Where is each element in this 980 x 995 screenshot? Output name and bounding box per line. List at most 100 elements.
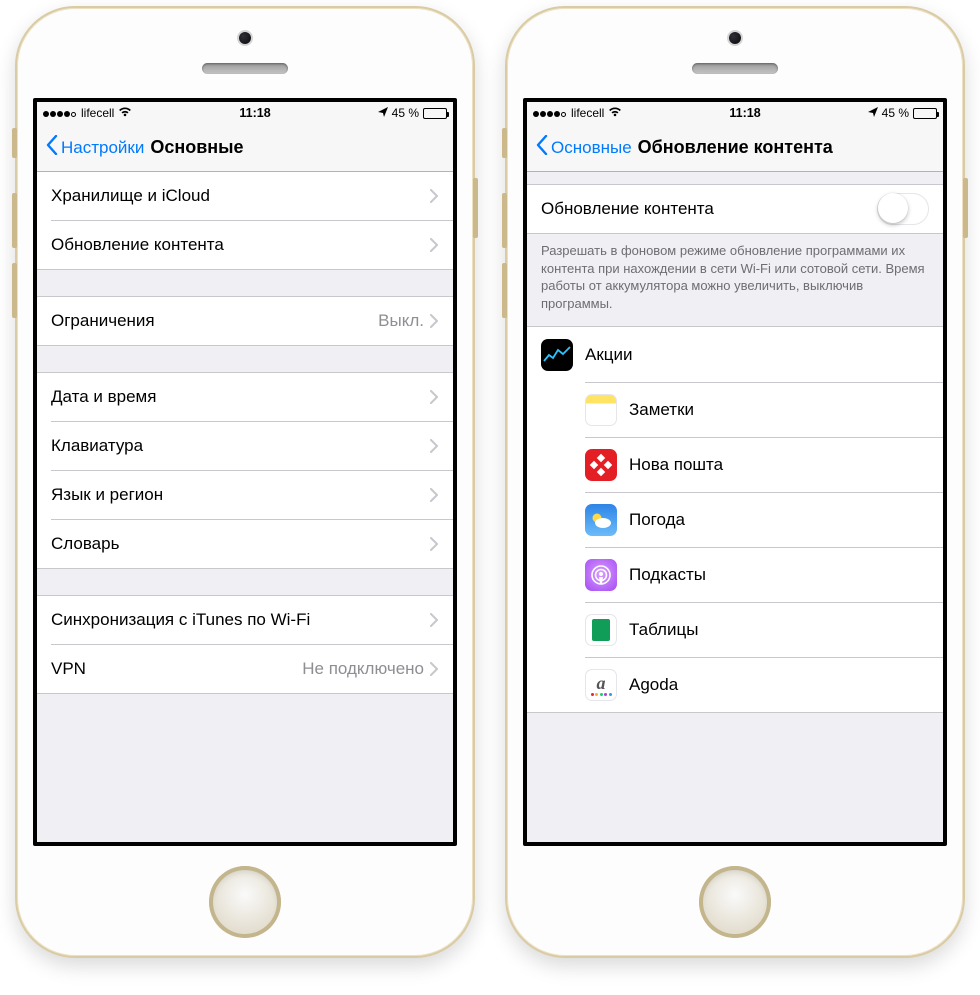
settings-row[interactable]: Хранилище и iCloud bbox=[37, 172, 453, 220]
app-label: Таблицы bbox=[629, 620, 929, 640]
carrier-label: lifecell bbox=[571, 106, 604, 120]
row-label: Синхронизация с iTunes по Wi-Fi bbox=[51, 610, 430, 630]
settings-group: Дата и время Клавиатура Язык и регион Слова… bbox=[37, 372, 453, 569]
settings-group: ОграниченияВыкл. bbox=[37, 296, 453, 346]
mute-switch bbox=[12, 128, 17, 158]
weather-icon bbox=[585, 504, 617, 536]
location-icon bbox=[378, 106, 388, 120]
app-label: Акции bbox=[585, 345, 929, 365]
status-time: 11:18 bbox=[239, 106, 270, 120]
row-label: Клавиатура bbox=[51, 436, 430, 456]
row-background-refresh-master[interactable]: Обновление контента bbox=[527, 185, 943, 233]
status-bar: lifecell 11:18 45 % bbox=[37, 102, 453, 124]
screen-background-refresh: lifecell 11:18 45 % Основные Об bbox=[523, 98, 947, 846]
chevron-right-icon bbox=[430, 537, 439, 551]
home-button[interactable] bbox=[209, 866, 281, 938]
settings-row[interactable]: Дата и время bbox=[37, 373, 453, 421]
app-label: Заметки bbox=[629, 400, 929, 420]
page-title: Обновление контента bbox=[638, 137, 833, 158]
speaker-grille bbox=[692, 63, 778, 74]
settings-group: Хранилище и iCloud Обновление контента bbox=[37, 172, 453, 270]
power-button bbox=[473, 178, 478, 238]
status-time: 11:18 bbox=[729, 106, 760, 120]
app-label: Подкасты bbox=[629, 565, 929, 585]
signal-dots-icon bbox=[533, 106, 567, 120]
settings-list[interactable]: Хранилище и iCloud Обновление контента Ог… bbox=[37, 172, 453, 842]
volume-down bbox=[502, 263, 507, 318]
back-button[interactable]: Настройки bbox=[45, 135, 144, 160]
row-label: Язык и регион bbox=[51, 485, 430, 505]
page-title: Основные bbox=[150, 137, 243, 158]
row-label: VPN bbox=[51, 659, 302, 679]
chevron-right-icon bbox=[430, 488, 439, 502]
settings-row[interactable]: Словарь bbox=[51, 519, 453, 568]
settings-row[interactable]: Язык и регион bbox=[51, 470, 453, 519]
signal-dots-icon bbox=[43, 106, 77, 120]
status-bar: lifecell 11:18 45 % bbox=[527, 102, 943, 124]
wifi-icon bbox=[118, 106, 132, 120]
wifi-icon bbox=[608, 106, 622, 120]
back-button[interactable]: Основные bbox=[535, 135, 632, 160]
phone-left: lifecell 11:18 45 % Настройки bbox=[15, 6, 475, 958]
settings-row[interactable]: VPNНе подключено bbox=[51, 644, 453, 693]
front-camera bbox=[239, 32, 251, 44]
phone-right: lifecell 11:18 45 % Основные Об bbox=[505, 6, 965, 958]
row-value: Не подключено bbox=[302, 659, 424, 679]
back-label: Настройки bbox=[61, 138, 144, 158]
master-toggle-group: Обновление контента bbox=[527, 184, 943, 234]
settings-list[interactable]: Обновление контента Разрешать в фоновом … bbox=[527, 172, 943, 842]
app-row[interactable]: a Agoda bbox=[585, 657, 943, 712]
chevron-right-icon bbox=[430, 662, 439, 676]
mute-switch bbox=[502, 128, 507, 158]
chevron-left-icon bbox=[45, 135, 59, 160]
volume-down bbox=[12, 263, 17, 318]
app-row[interactable]: Таблицы bbox=[585, 602, 943, 657]
app-row[interactable]: Акции bbox=[527, 327, 943, 382]
carrier-label: lifecell bbox=[81, 106, 114, 120]
stocks-icon bbox=[541, 339, 573, 371]
app-label: Agoda bbox=[629, 675, 929, 695]
app-label: Погода bbox=[629, 510, 929, 530]
app-row[interactable]: Подкасты bbox=[585, 547, 943, 602]
chevron-left-icon bbox=[535, 135, 549, 160]
app-label: Нова пошта bbox=[629, 455, 929, 475]
app-row[interactable]: Нова пошта bbox=[585, 437, 943, 492]
toggle-switch[interactable] bbox=[877, 193, 929, 225]
row-label: Хранилище и iCloud bbox=[51, 186, 430, 206]
settings-row[interactable]: ОграниченияВыкл. bbox=[37, 297, 453, 345]
location-icon bbox=[868, 106, 878, 120]
agoda-icon: a bbox=[585, 669, 617, 701]
chevron-right-icon bbox=[430, 189, 439, 203]
row-value: Выкл. bbox=[378, 311, 424, 331]
group-footer-note: Разрешать в фоновом режиме обновление пр… bbox=[527, 234, 943, 318]
nav-bar: Основные Обновление контента bbox=[527, 124, 943, 172]
row-label: Обновление контента bbox=[51, 235, 430, 255]
chevron-right-icon bbox=[430, 390, 439, 404]
volume-up bbox=[502, 193, 507, 248]
app-row[interactable]: Погода bbox=[585, 492, 943, 547]
row-label: Словарь bbox=[51, 534, 430, 554]
app-row[interactable]: Заметки bbox=[585, 382, 943, 437]
chevron-right-icon bbox=[430, 439, 439, 453]
settings-row[interactable]: Обновление контента bbox=[51, 220, 453, 269]
chevron-right-icon bbox=[430, 238, 439, 252]
screen-general-settings: lifecell 11:18 45 % Настройки bbox=[33, 98, 457, 846]
battery-icon bbox=[913, 108, 937, 119]
sheets-icon bbox=[585, 614, 617, 646]
power-button bbox=[963, 178, 968, 238]
settings-row[interactable]: Клавиатура bbox=[51, 421, 453, 470]
back-label: Основные bbox=[551, 138, 632, 158]
row-label: Дата и время bbox=[51, 387, 430, 407]
apps-group: Акции Заметки Нова пошта Погода Подкасты Табл… bbox=[527, 326, 943, 713]
nav-bar: Настройки Основные bbox=[37, 124, 453, 172]
notes-icon bbox=[585, 394, 617, 426]
settings-row[interactable]: Синхронизация с iTunes по Wi-Fi bbox=[37, 596, 453, 644]
speaker-grille bbox=[202, 63, 288, 74]
battery-icon bbox=[423, 108, 447, 119]
front-camera bbox=[729, 32, 741, 44]
battery-pct: 45 % bbox=[392, 106, 419, 120]
podcasts-icon bbox=[585, 559, 617, 591]
row-label: Ограничения bbox=[51, 311, 378, 331]
novaposhta-icon bbox=[585, 449, 617, 481]
home-button[interactable] bbox=[699, 866, 771, 938]
